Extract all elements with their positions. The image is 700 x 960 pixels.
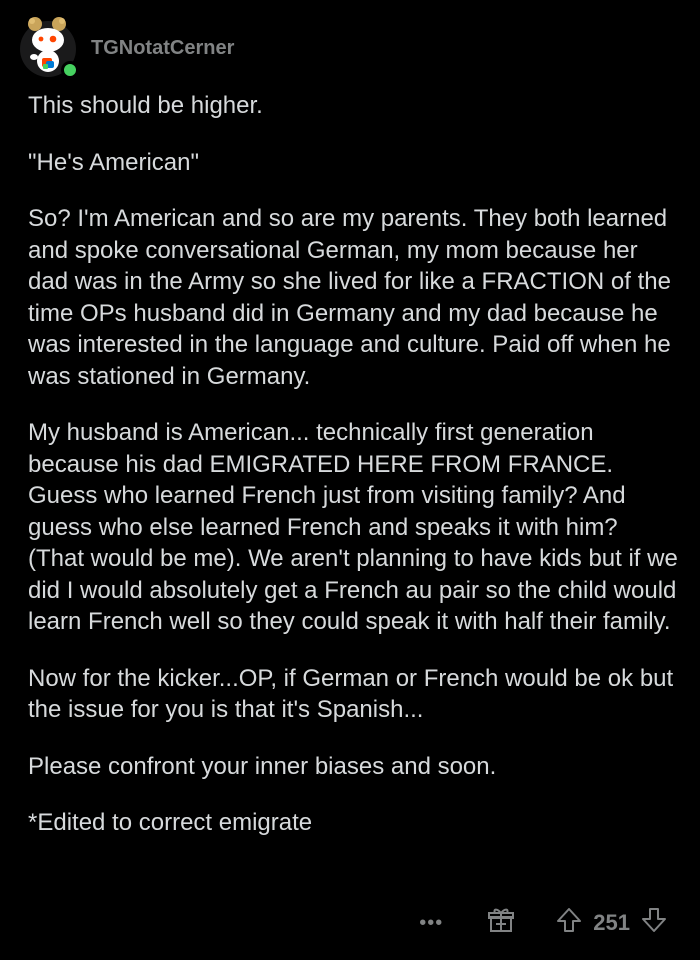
- comment-paragraph: My husband is American... technically fi…: [28, 419, 678, 635]
- downvote-arrow-icon[interactable]: [640, 906, 668, 939]
- comment-body: This should be higher. "He's American" S…: [28, 90, 678, 864]
- comment-paragraph: Please confront your inner biases and so…: [28, 752, 497, 780]
- online-status-dot: [61, 61, 79, 79]
- vote-score: 251: [593, 909, 630, 935]
- comment-paragraph: So? I'm American and so are my parents. …: [28, 205, 671, 390]
- award-icon[interactable]: [487, 906, 515, 939]
- comment-paragraph: Now for the kicker...OP, if German or Fr…: [28, 664, 674, 724]
- avatar[interactable]: [19, 14, 79, 79]
- comment-paragraph: This should be higher.: [28, 92, 263, 119]
- comment-header: TGNotatCerner: [19, 14, 234, 79]
- comment-actions: ••• 251: [419, 906, 668, 939]
- upvote-arrow-icon[interactable]: [555, 906, 583, 939]
- comment-paragraph: "He's American": [28, 148, 200, 176]
- more-options-icon[interactable]: •••: [419, 913, 443, 933]
- comment-paragraph: *Edited to correct emigrate: [28, 809, 313, 836]
- username[interactable]: TGNotatCerner: [91, 37, 234, 60]
